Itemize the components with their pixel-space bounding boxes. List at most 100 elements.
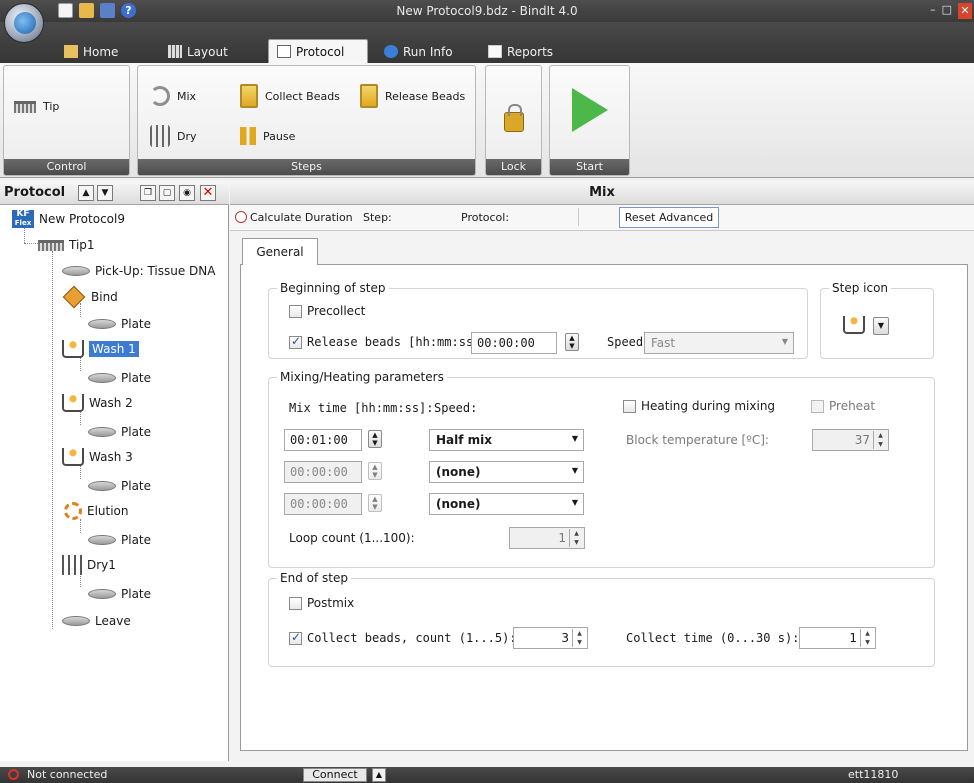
tree-node-dry1[interactable]: Dry1	[62, 555, 116, 575]
plate-icon	[88, 589, 116, 599]
collect-time-input[interactable]: 1 ▲ ▼	[799, 627, 876, 649]
collect-time-spinner[interactable]: ▲ ▼	[860, 629, 874, 647]
close-button[interactable]: ✕	[958, 3, 972, 19]
not-connected-icon	[8, 769, 19, 780]
reset-advanced-button[interactable]: Reset Advanced	[619, 207, 719, 228]
step-icon-legend: Step icon	[829, 281, 892, 295]
pause-button[interactable]: Pause	[240, 127, 295, 145]
maximize-button[interactable]: □	[942, 3, 952, 19]
tree-node-plate[interactable]: Plate	[88, 584, 151, 604]
tree-node-bind[interactable]: Bind	[62, 285, 118, 309]
application-menu-orb[interactable]	[4, 3, 44, 43]
general-tab-panel: Beginning of step Precollect Release bea…	[240, 264, 968, 751]
tree-node-wash1[interactable]: Wash 1	[62, 339, 139, 359]
tree-node-leave[interactable]: Leave	[62, 611, 131, 631]
tree-connector	[80, 519, 81, 533]
release-beads-label: Release beads [hh:mm:ss]:	[307, 335, 488, 349]
mix-speed-select-1[interactable]: Half mix	[429, 429, 584, 451]
beginning-of-step-legend: Beginning of step	[277, 281, 389, 295]
tree-node-root[interactable]: KF Flex New Protocol9	[12, 209, 125, 229]
info-icon	[384, 45, 398, 58]
kf-flex-icon: KF Flex	[12, 210, 34, 228]
move-down-button[interactable]: ▼	[97, 185, 113, 201]
mix-time-input-2: 00:00:00	[284, 461, 362, 483]
user-id: ett11810	[848, 768, 899, 781]
mix-speed-select-2[interactable]: (none)	[429, 461, 584, 483]
connection-status: Not connected	[8, 768, 107, 781]
dry-button[interactable]: Dry	[150, 125, 197, 147]
mixing-heating-legend: Mixing/Heating parameters	[277, 370, 447, 384]
properties-icon[interactable]: ◉	[179, 185, 195, 201]
tree-node-plate[interactable]: Plate	[88, 422, 151, 442]
tree-node-plate[interactable]: Plate	[88, 530, 151, 550]
tree-node-wash2[interactable]: Wash 2	[62, 393, 133, 413]
lock-button[interactable]	[504, 104, 524, 132]
tab-general[interactable]: General	[242, 238, 318, 265]
pause-icon	[240, 127, 256, 145]
chevron-up-icon[interactable]: ▲	[372, 768, 386, 782]
mix-icon	[150, 86, 170, 106]
paste-icon[interactable]: ▢	[159, 185, 175, 201]
release-time-spinner[interactable]: ▲ ▼	[565, 333, 579, 351]
dry-icon	[150, 125, 170, 147]
tip-button[interactable]: Tip	[14, 100, 59, 113]
release-time-input[interactable]: 00:00:00	[471, 332, 557, 354]
tree-node-pickup[interactable]: Pick-Up: Tissue DNA	[62, 261, 215, 281]
tree-node-plate[interactable]: Plate	[88, 368, 151, 388]
clock-icon	[235, 211, 247, 223]
tree-node-wash3[interactable]: Wash 3	[62, 447, 133, 467]
tree-node-tip[interactable]: Tip1	[38, 235, 95, 255]
plate-icon	[88, 481, 116, 491]
tab-layout[interactable]: Layout	[160, 40, 236, 63]
calculate-duration-button[interactable]: Calculate Duration	[235, 211, 353, 224]
delete-icon[interactable]: ✕	[200, 185, 216, 201]
mixing-heating-group: Mixing/Heating parameters Mix time [hh:m…	[268, 370, 935, 568]
block-temp-label: Block temperature [ºC]:	[626, 433, 769, 447]
lock-group: Lock	[485, 65, 542, 176]
heating-checkbox[interactable]	[623, 400, 636, 413]
start-group: Start	[549, 65, 630, 176]
mix-button[interactable]: Mix	[150, 86, 196, 106]
tree-node-plate[interactable]: Plate	[88, 314, 151, 334]
collect-beads-checkbox[interactable]	[289, 630, 302, 645]
collect-count-input[interactable]: 3 ▲ ▼	[513, 627, 588, 649]
mix-time-spinner-1[interactable]: ▲ ▼	[368, 430, 382, 448]
lock-group-caption: Lock	[486, 159, 541, 175]
tab-run-info[interactable]: Run Info	[376, 40, 461, 63]
layout-icon	[168, 45, 182, 58]
wash-icon	[62, 394, 84, 412]
collect-count-spinner[interactable]: ▲ ▼	[572, 629, 586, 647]
tree-connector	[24, 243, 38, 244]
mix-time-input-1[interactable]: 00:01:00	[284, 429, 362, 451]
tree-connector	[80, 411, 81, 425]
loop-count-input: 1 ▲ ▼	[509, 527, 585, 549]
tree-connector	[80, 357, 81, 371]
tab-reports[interactable]: Reports	[480, 40, 561, 63]
minimize-button[interactable]: –	[930, 3, 936, 19]
precollect-checkbox[interactable]	[289, 305, 302, 318]
release-beads-checkbox[interactable]	[289, 334, 302, 349]
step-icon-dropdown[interactable]: ▼	[873, 317, 889, 335]
release-beads-button[interactable]: Release Beads	[360, 84, 465, 108]
step-icon-group: Step icon ▼	[820, 281, 934, 359]
release-speed-select[interactable]: Fast	[644, 332, 794, 354]
plate-icon	[88, 319, 116, 329]
start-button[interactable]	[572, 88, 608, 132]
tree-connector	[52, 251, 53, 629]
tab-home[interactable]: Home	[56, 40, 126, 63]
tree-node-elution[interactable]: Elution	[64, 501, 129, 521]
beginning-of-step-group: Beginning of step Precollect Release bea…	[268, 281, 808, 359]
tree-node-plate[interactable]: Plate	[88, 476, 151, 496]
move-up-button[interactable]: ▲	[78, 185, 94, 201]
connect-button[interactable]: Connect	[303, 768, 367, 782]
protocol-panel: Protocol ▲ ▼ ❐ ▢ ◉ ✕ KF Flex New Protocol…	[0, 181, 229, 761]
collect-beads-button[interactable]: Collect Beads	[240, 84, 340, 108]
mix-speed-select-3[interactable]: (none)	[429, 493, 584, 515]
start-group-caption: Start	[550, 159, 629, 175]
tab-protocol[interactable]: Protocol	[268, 39, 368, 63]
postmix-checkbox[interactable]	[289, 597, 302, 610]
plate-icon	[62, 266, 90, 276]
plate-icon	[88, 535, 116, 545]
copy-icon[interactable]: ❐	[140, 185, 156, 201]
precollect-label: Precollect	[307, 304, 366, 318]
